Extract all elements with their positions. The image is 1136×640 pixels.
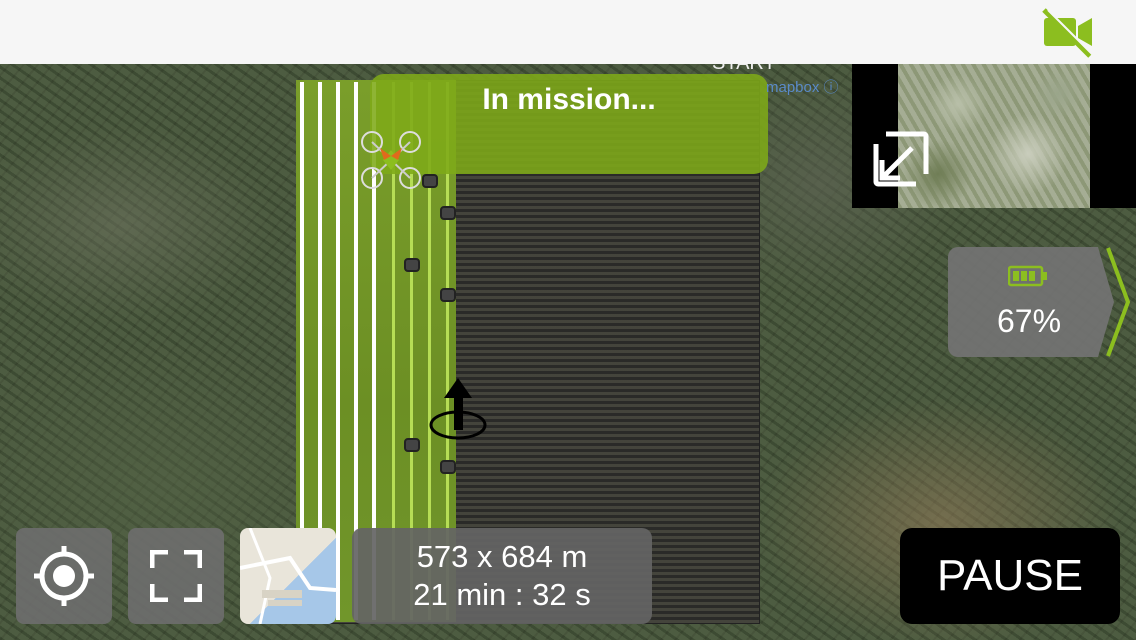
waypoint-marker — [422, 174, 438, 188]
locate-button[interactable] — [16, 528, 112, 624]
video-off-icon[interactable] — [1040, 6, 1096, 58]
map-thumbnail — [240, 528, 336, 624]
waypoint-marker — [440, 206, 456, 220]
mission-duration: 21 min : 32 s — [413, 577, 591, 612]
mission-status-text: In mission... — [482, 83, 656, 116]
panel-toggle-chevron-icon[interactable] — [1104, 246, 1134, 358]
waypoint-marker — [404, 438, 420, 452]
fullscreen-icon — [150, 550, 202, 602]
pause-button[interactable]: PAUSE — [900, 528, 1120, 624]
drone-icon — [361, 131, 421, 189]
waypoint-marker — [404, 258, 420, 272]
mission-area-size: 573 x 684 m — [416, 539, 588, 574]
info-icon[interactable]: ⓘ — [824, 79, 839, 96]
map-attribution[interactable]: mapbox ⓘ — [766, 76, 839, 97]
mission-info-panel: 573 x 684 m 21 min : 32 s — [352, 528, 652, 624]
waypoint-marker — [440, 460, 456, 474]
collapse-arrow-icon[interactable] — [872, 130, 930, 188]
waypoint-marker — [440, 288, 456, 302]
flight-line — [336, 82, 340, 620]
battery-icon — [1008, 265, 1047, 287]
mission-status-banner: In mission... — [370, 74, 768, 174]
battery-panel[interactable]: 67% — [948, 247, 1118, 357]
crosshair-icon — [34, 546, 94, 606]
top-bar — [0, 0, 1136, 64]
camera-preview[interactable] — [852, 64, 1136, 208]
map-style-button[interactable] — [240, 528, 336, 624]
home-heading-icon — [429, 378, 487, 440]
fullscreen-button[interactable] — [128, 528, 224, 624]
battery-percent: 67% — [996, 303, 1062, 339]
attribution-text: mapbox — [766, 79, 820, 96]
battery-panel-background — [948, 247, 1114, 357]
